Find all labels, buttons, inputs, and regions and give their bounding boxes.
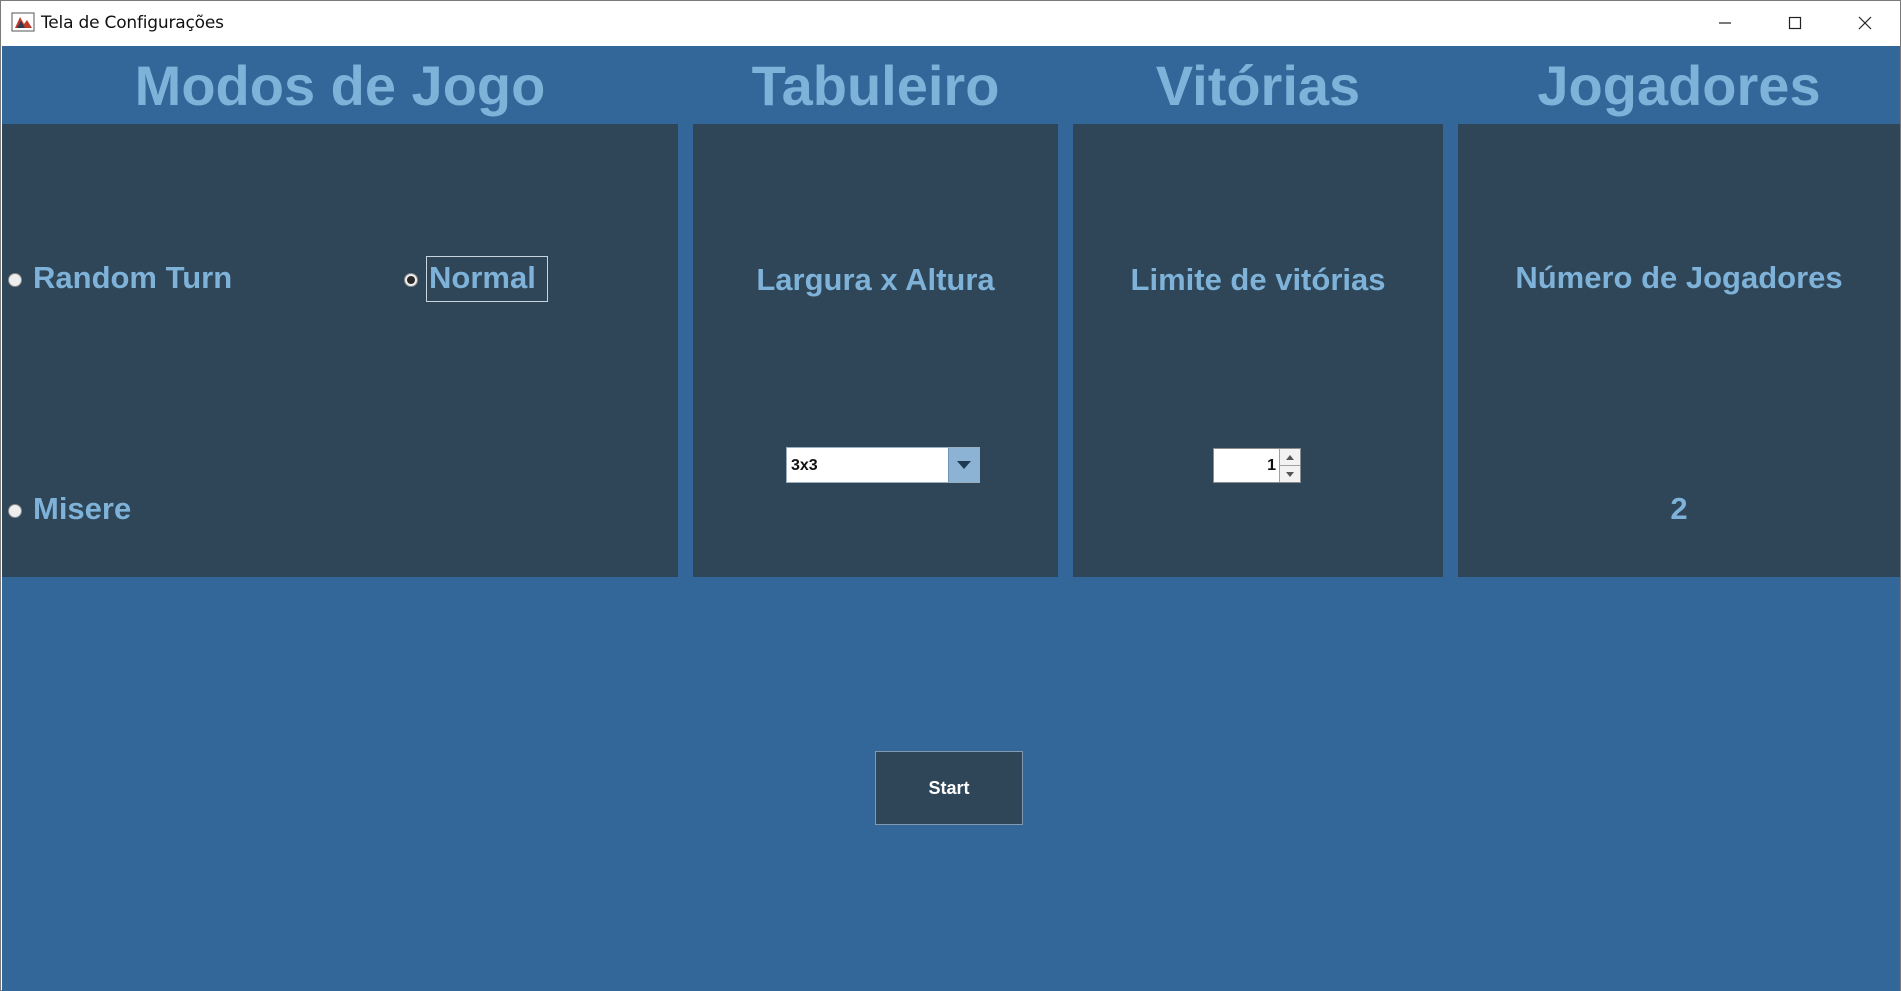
- victory-limit-label: Limite de vitórias: [1130, 262, 1386, 297]
- title-bar[interactable]: Tela de Configurações: [1, 1, 1900, 45]
- modes-panel: Random Turn Normal Misere: [2, 124, 678, 577]
- dropdown-arrow-button[interactable]: [948, 448, 979, 482]
- spinner-decrement-button[interactable]: [1279, 466, 1300, 482]
- close-button[interactable]: [1830, 1, 1900, 45]
- board-size-value: 3x3: [791, 457, 818, 474]
- settings-content: Modos de Jogo Tabuleiro Vitórias Jogador…: [2, 46, 1900, 991]
- radio-label-normal[interactable]: Normal: [429, 260, 536, 296]
- header-modes: Modos de Jogo: [134, 53, 546, 117]
- victories-panel: Limite de vitórias 1: [1073, 124, 1443, 577]
- header-players: Jogadores: [1537, 53, 1821, 117]
- header-victories: Vitórias: [1155, 53, 1361, 117]
- minimize-icon: [1719, 22, 1731, 24]
- board-size-dropdown[interactable]: 3x3: [786, 447, 980, 483]
- chevron-up-icon: [1286, 454, 1294, 460]
- victory-limit-spinner[interactable]: 1: [1213, 448, 1301, 483]
- radio-label-random-turn[interactable]: Random Turn: [33, 260, 232, 296]
- java-app-icon: [11, 11, 35, 33]
- spinner-increment-button[interactable]: [1279, 449, 1300, 466]
- maximize-icon: [1788, 16, 1802, 30]
- minimize-button[interactable]: [1690, 1, 1760, 45]
- radio-indicator[interactable]: [8, 504, 22, 518]
- radio-indicator[interactable]: [8, 273, 22, 287]
- radio-indicator-selected[interactable]: [404, 273, 418, 287]
- players-count-value: 2: [1670, 491, 1688, 526]
- players-count-label: Número de Jogadores: [1515, 260, 1843, 295]
- players-panel: Número de Jogadores 2: [1458, 124, 1900, 577]
- radio-label-misere[interactable]: Misere: [33, 491, 131, 527]
- start-button[interactable]: Start: [875, 751, 1023, 825]
- window-title: Tela de Configurações: [41, 13, 224, 33]
- header-board: Tabuleiro: [751, 53, 1000, 117]
- chevron-down-icon: [957, 461, 971, 469]
- settings-window: Tela de Configurações Modos de Jogo Tabu…: [0, 0, 1901, 991]
- close-icon: [1858, 16, 1872, 30]
- maximize-button[interactable]: [1760, 1, 1830, 45]
- board-size-label: Largura x Altura: [756, 262, 995, 297]
- victory-limit-value[interactable]: 1: [1267, 457, 1276, 475]
- chevron-down-icon: [1286, 471, 1294, 477]
- board-panel: Largura x Altura 3x3: [693, 124, 1058, 577]
